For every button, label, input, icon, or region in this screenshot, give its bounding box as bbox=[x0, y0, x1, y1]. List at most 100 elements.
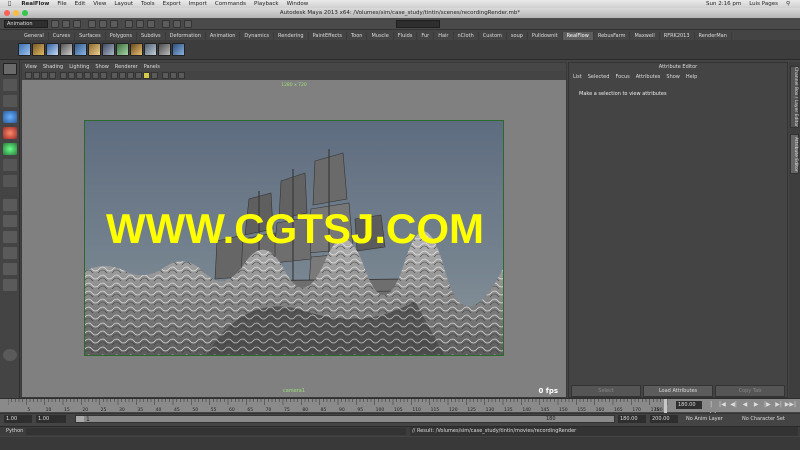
play-forwards-icon[interactable]: ▶ bbox=[751, 400, 761, 410]
menu-tools[interactable]: Tools bbox=[141, 1, 155, 7]
menu-layout[interactable]: Layout bbox=[114, 1, 133, 7]
gate-mask-icon[interactable] bbox=[84, 72, 91, 79]
snap-point-icon[interactable] bbox=[147, 19, 155, 28]
shelf-tab-pulldownit[interactable]: Pulldownit bbox=[528, 32, 563, 40]
realflow-scene-icon[interactable] bbox=[32, 43, 45, 56]
shelf-tab-rebusfarm[interactable]: RebusFarm bbox=[594, 32, 631, 40]
realflow-geometry-icon[interactable] bbox=[158, 43, 171, 56]
safe-action-icon[interactable] bbox=[100, 72, 107, 79]
render-frame-icon[interactable] bbox=[162, 19, 170, 28]
shelf-tab-general[interactable]: General bbox=[20, 32, 49, 40]
layout-four-icon[interactable] bbox=[3, 215, 17, 227]
panel-menu-shading[interactable]: Shading bbox=[43, 64, 63, 70]
shelf-tab-animation[interactable]: Animation bbox=[206, 32, 241, 40]
menu-window[interactable]: Window bbox=[287, 1, 309, 7]
current-time-marker[interactable] bbox=[664, 399, 667, 413]
shelf-tab-surfaces[interactable]: Surfaces bbox=[75, 32, 106, 40]
panel-menu-view[interactable]: View bbox=[25, 64, 37, 70]
textured-icon[interactable] bbox=[135, 72, 142, 79]
viewport-panel[interactable]: View Shading Lighting Show Renderer Pane… bbox=[21, 62, 567, 398]
shelf-tab-soup[interactable]: soup bbox=[507, 32, 528, 40]
save-scene-icon[interactable] bbox=[73, 19, 81, 28]
shelf-tab-dynamics[interactable]: Dynamics bbox=[240, 32, 275, 40]
attribute-editor-tab[interactable]: Attribute Editor bbox=[790, 134, 799, 174]
play-backwards-icon[interactable]: ◀ bbox=[740, 400, 750, 410]
current-time-field[interactable]: 180.00 bbox=[676, 401, 702, 409]
paint-select-tool-icon[interactable] bbox=[3, 95, 17, 107]
resolution-gate-icon[interactable] bbox=[76, 72, 83, 79]
spotlight-icon[interactable]: ⚲ bbox=[786, 1, 790, 7]
ae-menu-focus[interactable]: Focus bbox=[615, 74, 629, 80]
new-scene-icon[interactable] bbox=[51, 19, 59, 28]
snap-curve-icon[interactable] bbox=[136, 19, 144, 28]
snap-grid-icon[interactable] bbox=[125, 19, 133, 28]
menu-commands[interactable]: Commands bbox=[215, 1, 246, 7]
ae-menu-attributes[interactable]: Attributes bbox=[636, 74, 661, 80]
menu-edit[interactable]: Edit bbox=[75, 1, 86, 7]
scale-tool-icon[interactable] bbox=[3, 143, 17, 155]
select-hierarchy-icon[interactable] bbox=[88, 19, 96, 28]
move-tool-icon[interactable] bbox=[3, 111, 17, 123]
menubar-clock[interactable]: Sun 2:16 pm bbox=[706, 1, 741, 7]
shelf-tab-rendering[interactable]: Rendering bbox=[274, 32, 309, 40]
minimize-window-icon[interactable] bbox=[13, 10, 19, 16]
ae-menu-list[interactable]: List bbox=[573, 74, 582, 80]
render-settings-icon[interactable] bbox=[184, 19, 192, 28]
select-camera-icon[interactable] bbox=[25, 72, 32, 79]
shelf-tab-fluids[interactable]: Fluids bbox=[394, 32, 418, 40]
layout-two-icon[interactable] bbox=[3, 231, 17, 243]
rotate-tool-icon[interactable] bbox=[3, 127, 17, 139]
go-to-end-icon[interactable]: ▶▶| bbox=[785, 400, 796, 410]
realflow-waves-icon[interactable] bbox=[172, 43, 185, 56]
wireframe-icon[interactable] bbox=[111, 72, 118, 79]
realflow-ocean-icon[interactable] bbox=[144, 43, 157, 56]
bookmark-icon[interactable] bbox=[41, 72, 48, 79]
playback-end-field[interactable]: 180.00 bbox=[618, 415, 646, 423]
apple-icon[interactable]:  bbox=[8, 1, 11, 7]
realflow-particles-icon[interactable] bbox=[46, 43, 59, 56]
realflow-import-icon[interactable] bbox=[102, 43, 115, 56]
shelf-tab-realflow[interactable]: RealFlow bbox=[562, 32, 594, 40]
select-component-icon[interactable] bbox=[110, 19, 118, 28]
realflow-cache-icon[interactable] bbox=[116, 43, 129, 56]
load-attributes-button[interactable]: Load Attributes bbox=[643, 385, 713, 397]
field-chart-icon[interactable] bbox=[92, 72, 99, 79]
last-tool-icon[interactable] bbox=[3, 175, 17, 187]
ipr-render-icon[interactable] bbox=[173, 19, 181, 28]
select-object-icon[interactable] bbox=[99, 19, 107, 28]
menu-file[interactable]: File bbox=[57, 1, 66, 7]
panel-menu-renderer[interactable]: Renderer bbox=[115, 64, 138, 70]
camera-attributes-icon[interactable] bbox=[33, 72, 40, 79]
step-forward-key-icon[interactable]: ▶| bbox=[774, 400, 784, 410]
command-language-toggle[interactable]: Python bbox=[6, 428, 23, 434]
select-button[interactable]: Select bbox=[571, 385, 641, 397]
realflow-mesh-icon[interactable] bbox=[60, 43, 73, 56]
shelf-tab-muscle[interactable]: Muscle bbox=[367, 32, 394, 40]
copy-tab-button[interactable]: Copy Tab bbox=[715, 385, 785, 397]
xray-icon[interactable] bbox=[162, 72, 169, 79]
go-to-start-icon[interactable]: |◀◀ bbox=[706, 400, 716, 418]
command-input[interactable] bbox=[26, 428, 406, 435]
shelf-tab-ncloth[interactable]: nCloth bbox=[454, 32, 479, 40]
menubar-app-name[interactable]: RealFlow bbox=[21, 1, 49, 7]
panel-menu-show[interactable]: Show bbox=[95, 64, 109, 70]
playback-start-field[interactable]: 1.00 bbox=[36, 415, 66, 423]
range-start-handle[interactable] bbox=[76, 416, 84, 422]
zoom-window-icon[interactable] bbox=[22, 10, 28, 16]
step-back-frame-icon[interactable]: ◀| bbox=[729, 400, 739, 410]
realflow-render-icon[interactable] bbox=[130, 43, 143, 56]
layout-persp-outliner-icon[interactable] bbox=[3, 247, 17, 259]
use-all-lights-icon[interactable] bbox=[143, 72, 150, 79]
step-back-key-icon[interactable]: |◀ bbox=[717, 400, 727, 410]
open-scene-icon[interactable] bbox=[62, 19, 70, 28]
anim-layer-dropdown[interactable]: No Anim Layer bbox=[684, 415, 732, 423]
shelf-tab-maxwell[interactable]: Maxwell bbox=[630, 32, 660, 40]
shelf-tab-curves[interactable]: Curves bbox=[49, 32, 76, 40]
panel-menu-lighting[interactable]: Lighting bbox=[69, 64, 89, 70]
ae-menu-help[interactable]: Help bbox=[686, 74, 697, 80]
realflow-hybrido-icon[interactable] bbox=[74, 43, 87, 56]
shelf-tab-deformation[interactable]: Deformation bbox=[166, 32, 206, 40]
panel-menu-panels[interactable]: Panels bbox=[144, 64, 160, 70]
search-icon[interactable] bbox=[3, 349, 17, 361]
quick-select-field[interactable] bbox=[396, 19, 440, 28]
